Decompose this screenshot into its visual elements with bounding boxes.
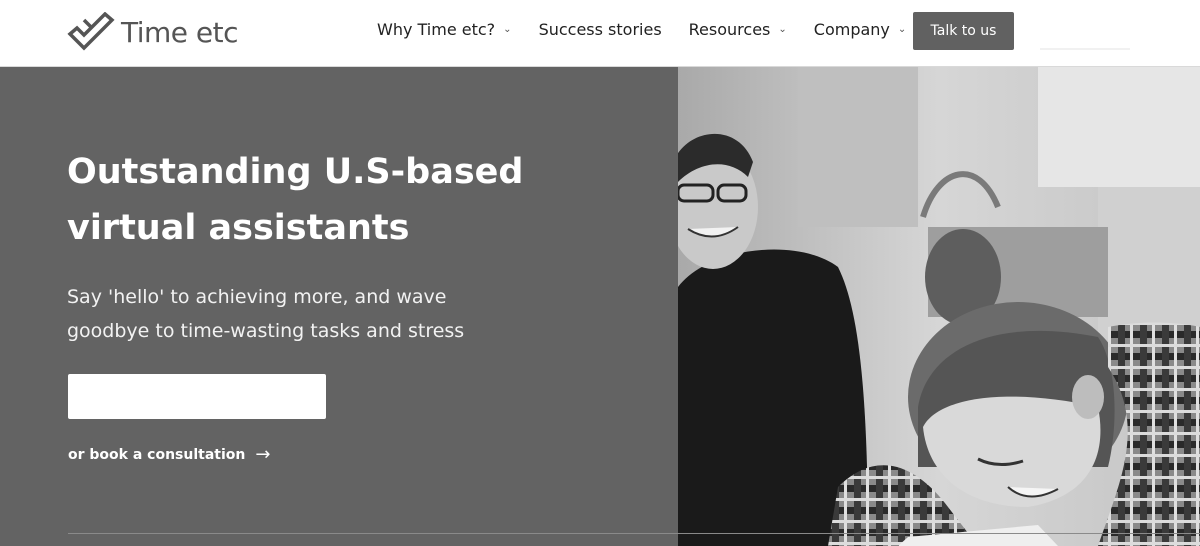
nav-company[interactable]: Company ⌄ [814, 20, 907, 39]
hero-title-line-2: virtual assistants [67, 208, 410, 248]
logo-text: Time etc [121, 15, 239, 49]
chevron-down-icon: ⌄ [897, 24, 907, 35]
chevron-down-icon: ⌄ [503, 24, 512, 35]
nav-label: Success stories [538, 20, 662, 39]
hero-photo [678, 67, 1200, 546]
header-placeholder-bar [1040, 48, 1130, 50]
book-consultation-link[interactable]: or book a consultation → [68, 444, 270, 465]
consult-label: or book a consultation [68, 446, 246, 463]
nav-success-stories[interactable]: Success stories [539, 20, 662, 39]
nav-why-time-etc[interactable]: Why Time etc? ⌄ [377, 20, 512, 39]
hero-title: Outstanding U.S-based virtual assistants [67, 144, 627, 256]
hero-photo-illustration [678, 67, 1200, 546]
nav-resources[interactable]: Resources ⌄ [689, 20, 787, 39]
hero-primary-button[interactable] [68, 374, 326, 419]
arrow-right-icon: → [255, 444, 271, 465]
main-nav: Why Time etc? ⌄ Success stories Resource… [377, 20, 933, 39]
hero-subtitle: Say 'hello' to achieving more, and wave … [67, 280, 587, 348]
hero-subtitle-line-1: Say 'hello' to achieving more, and wave [67, 286, 447, 308]
hero-title-line-1: Outstanding U.S-based [67, 152, 524, 192]
nav-label: Company [813, 20, 890, 39]
hero-divider [68, 533, 1200, 534]
chevron-down-icon: ⌄ [778, 24, 787, 35]
logo[interactable]: Time etc [67, 12, 239, 52]
hero-subtitle-line-2: goodbye to time-wasting tasks and stress [67, 320, 465, 342]
site-header: Time etc Why Time etc? ⌄ Success stories… [0, 0, 1200, 67]
nav-label: Why Time etc? [377, 20, 496, 39]
talk-to-us-button[interactable]: Talk to us [913, 12, 1014, 50]
nav-label: Resources [688, 20, 771, 39]
checkmark-logo-icon [67, 12, 115, 51]
